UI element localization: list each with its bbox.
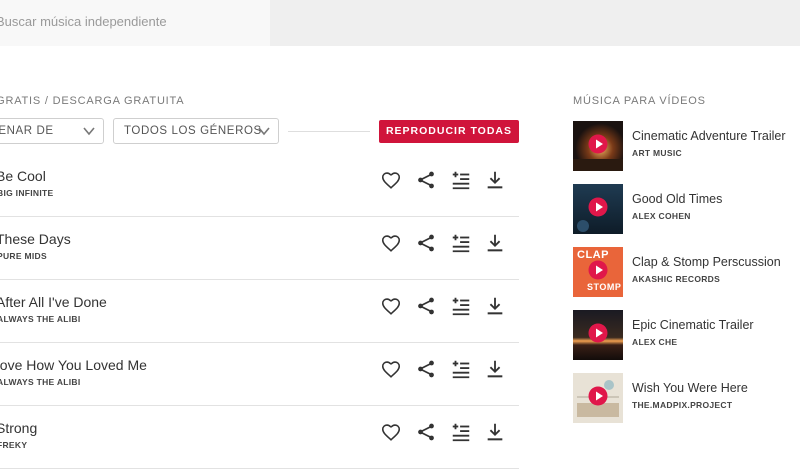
add-to-playlist-button[interactable] [450, 169, 472, 191]
search-input[interactable] [0, 0, 262, 42]
video-track-title[interactable]: Wish You Were Here [632, 381, 748, 395]
heart-button[interactable] [380, 295, 402, 317]
track-artist[interactable]: BIG INFINITE [0, 188, 54, 198]
add-to-playlist-icon [450, 421, 472, 443]
cover-thumbnail[interactable]: CLAP STOMP [573, 247, 623, 297]
download-icon [484, 169, 506, 191]
cover-thumbnail[interactable] [573, 310, 623, 360]
download-icon [484, 232, 506, 254]
video-track-title[interactable]: Clap & Stomp Perscussion [632, 255, 781, 269]
track-row[interactable]: Be Cool BIG INFINITE [0, 154, 519, 217]
track-row[interactable]: Love How You Loved Me ALWAYS THE ALIBI [0, 343, 519, 406]
heart-button[interactable] [380, 232, 402, 254]
cover-thumbnail[interactable] [573, 184, 623, 234]
video-track-artist[interactable]: ALEX CHE [632, 337, 677, 347]
free-music-heading: HITS GRATIS / DESCARGA GRATUITA [0, 95, 185, 107]
download-icon [484, 295, 506, 317]
track-title[interactable]: Be Cool [0, 168, 46, 184]
share-icon [415, 421, 437, 443]
track-title[interactable]: Love How You Loved Me [0, 357, 147, 373]
download-button[interactable] [484, 295, 506, 317]
video-track-artist[interactable]: ART MUSIC [632, 148, 682, 158]
filter-divider [288, 131, 370, 132]
search-box[interactable] [0, 0, 270, 46]
share-icon [415, 169, 437, 191]
add-to-playlist-button[interactable] [450, 232, 472, 254]
video-music-item[interactable]: Cinematic Adventure Trailer ART MUSIC [573, 121, 800, 173]
share-icon [415, 295, 437, 317]
download-button[interactable] [484, 421, 506, 443]
video-music-item[interactable]: Epic Cinematic Trailer ALEX CHE [573, 310, 800, 362]
video-music-item[interactable]: CLAP STOMP Clap & Stomp Perscussion AKASHIC… [573, 247, 800, 299]
chevron-down-icon [83, 127, 95, 136]
track-artist[interactable]: ALWAYS THE ALIBI [0, 377, 81, 387]
track-title[interactable]: Strong [0, 420, 37, 436]
share-button[interactable] [415, 232, 437, 254]
play-icon[interactable] [588, 260, 608, 280]
share-icon [415, 358, 437, 380]
play-icon[interactable] [588, 386, 608, 406]
video-track-title[interactable]: Cinematic Adventure Trailer [632, 129, 786, 143]
download-icon [484, 421, 506, 443]
heart-button[interactable] [380, 421, 402, 443]
heart-icon [380, 358, 402, 380]
sort-dropdown-label: ORDENAR DE [0, 125, 54, 137]
add-to-playlist-button[interactable] [450, 358, 472, 380]
cover-thumbnail[interactable] [573, 121, 623, 171]
share-button[interactable] [415, 358, 437, 380]
cover-text-bottom: STOMP [587, 282, 622, 292]
add-to-playlist-button[interactable] [450, 421, 472, 443]
genre-dropdown[interactable]: TODOS LOS GÉNEROS [113, 118, 279, 144]
download-icon [484, 358, 506, 380]
add-to-playlist-icon [450, 295, 472, 317]
video-track-artist[interactable]: THE.MADPIX.PROJECT [632, 400, 732, 410]
video-music-item[interactable]: Good Old Times ALEX COHEN [573, 184, 800, 236]
add-to-playlist-icon [450, 358, 472, 380]
share-icon [415, 232, 437, 254]
heart-icon [380, 169, 402, 191]
heart-icon [380, 295, 402, 317]
play-icon[interactable] [588, 134, 608, 154]
track-title[interactable]: After All I've Done [0, 294, 107, 310]
video-track-artist[interactable]: AKASHIC RECORDS [632, 274, 720, 284]
add-to-playlist-button[interactable] [450, 295, 472, 317]
top-bar [0, 0, 800, 46]
download-button[interactable] [484, 358, 506, 380]
track-row[interactable]: After All I've Done ALWAYS THE ALIBI [0, 280, 519, 343]
video-track-title[interactable]: Epic Cinematic Trailer [632, 318, 754, 332]
play-icon[interactable] [588, 197, 608, 217]
heart-button[interactable] [380, 169, 402, 191]
sort-dropdown[interactable]: ORDENAR DE [0, 118, 104, 144]
play-icon[interactable] [588, 323, 608, 343]
add-to-playlist-icon [450, 232, 472, 254]
share-button[interactable] [415, 295, 437, 317]
video-track-artist[interactable]: ALEX COHEN [632, 211, 691, 221]
cover-thumbnail[interactable] [573, 373, 623, 423]
video-music-item[interactable]: Wish You Were Here THE.MADPIX.PROJECT [573, 373, 800, 425]
track-artist[interactable]: PURE MIDS [0, 251, 47, 261]
share-button[interactable] [415, 421, 437, 443]
video-track-title[interactable]: Good Old Times [632, 192, 722, 206]
heart-icon [380, 421, 402, 443]
download-button[interactable] [484, 232, 506, 254]
add-to-playlist-icon [450, 169, 472, 191]
video-music-heading: MÚSICA PARA VÍDEOS [573, 95, 706, 107]
share-button[interactable] [415, 169, 437, 191]
heart-icon [380, 232, 402, 254]
play-all-button[interactable]: REPRODUCIR TODAS [379, 120, 519, 143]
track-row[interactable]: These Days PURE MIDS [0, 217, 519, 280]
track-artist[interactable]: FREKY [0, 440, 27, 450]
track-row[interactable]: Strong FREKY [0, 406, 519, 469]
download-button[interactable] [484, 169, 506, 191]
track-artist[interactable]: ALWAYS THE ALIBI [0, 314, 81, 324]
chevron-down-icon [258, 127, 270, 136]
heart-button[interactable] [380, 358, 402, 380]
track-title[interactable]: These Days [0, 231, 71, 247]
genre-dropdown-label: TODOS LOS GÉNEROS [124, 125, 262, 137]
